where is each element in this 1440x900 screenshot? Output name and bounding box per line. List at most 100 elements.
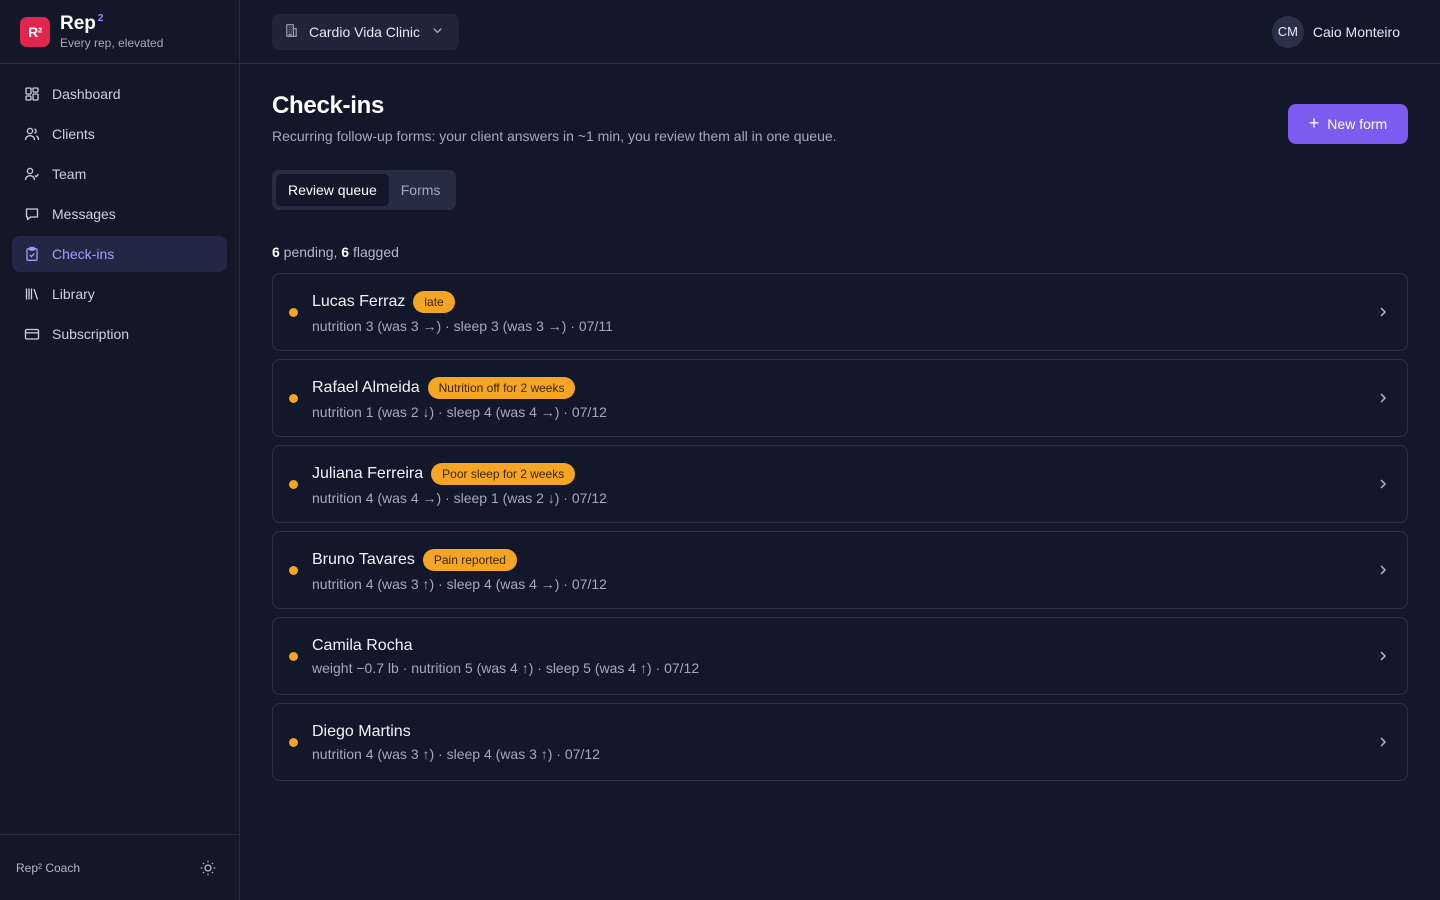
sidebar-item-team[interactable]: Team (12, 156, 227, 192)
tab-review-queue[interactable]: Review queue (276, 174, 389, 206)
sidebar-footer: Rep² Coach (0, 834, 239, 900)
user-menu[interactable]: CM Caio Monteiro (1271, 15, 1400, 48)
view-tabs: Review queue Forms (272, 170, 457, 210)
avatar: CM (1271, 15, 1304, 48)
dashboard-icon (24, 86, 40, 102)
new-form-button[interactable]: + New form (1288, 104, 1408, 144)
brand[interactable]: R² Rep 2 Every rep, elevated (0, 0, 239, 64)
checkin-body: Lucas Ferraz late nutrition 3 (was 3 →) … (312, 290, 1375, 334)
tab-forms[interactable]: Forms (389, 174, 453, 206)
sidebar-item-clients[interactable]: Clients (12, 116, 227, 152)
sidebar-item-label: Dashboard (52, 86, 121, 102)
checkin-body: Rafael Almeida Nutrition off for 2 weeks… (312, 376, 1375, 420)
checkin-meta: nutrition 4 (was 3 ↑) · sleep 4 (was 3 ↑… (312, 745, 600, 762)
plan-label: Rep² Coach (16, 860, 81, 875)
library-icon (24, 286, 40, 302)
checkin-header: Bruno Tavares Pain reported (312, 548, 1375, 571)
brand-name: Rep 2 (60, 13, 163, 35)
status-dot (289, 393, 298, 403)
status-dot (289, 651, 298, 661)
messages-icon (24, 206, 40, 222)
sidebar-nav: Dashboard Clients Team Messages Check-in… (0, 64, 239, 364)
app-window: R² Rep 2 Every rep, elevated Dashboard Cl… (0, 0, 1440, 900)
checkin-header: Camila Rocha (312, 637, 1375, 655)
checkin-row[interactable]: Camila Rocha weight −0.7 lb · nutrition … (272, 617, 1408, 695)
checkin-row[interactable]: Bruno Tavares Pain reported nutrition 4 … (272, 531, 1408, 609)
sidebar-item-library[interactable]: Library (12, 276, 227, 312)
client-name: Camila Rocha (312, 636, 413, 654)
clinic-name: Cardio Vida Clinic (309, 23, 421, 40)
credit-card-icon (24, 326, 40, 342)
chevron-right-icon (1375, 476, 1391, 492)
chevron-down-icon (430, 23, 445, 41)
flagged-label: flagged (349, 244, 399, 260)
chevron-right-icon (1375, 390, 1391, 406)
checkin-body: Juliana Ferreira Poor sleep for 2 weeks … (312, 462, 1375, 506)
checkin-body: Diego Martins nutrition 4 (was 3 ↑) · sl… (312, 723, 1375, 762)
client-name: Diego Martins (312, 722, 411, 740)
sidebar: R² Rep 2 Every rep, elevated Dashboard Cl… (0, 0, 240, 900)
sidebar-item-messages[interactable]: Messages (12, 196, 227, 232)
checkins-page: Check-ins Recurring follow-up forms: you… (240, 64, 1440, 781)
status-dot (289, 479, 298, 489)
status-dot (289, 737, 298, 747)
checkin-row[interactable]: Diego Martins nutrition 4 (was 3 ↑) · sl… (272, 703, 1408, 781)
status-badge: late (413, 290, 455, 313)
sidebar-item-label: Clients (52, 126, 95, 142)
clinic-selector[interactable]: Cardio Vida Clinic (272, 13, 460, 50)
pending-count: 6 (272, 244, 280, 260)
checkin-meta: nutrition 3 (was 3 →) · sleep 3 (was 3 →… (312, 317, 613, 334)
brand-name-sup: 2 (97, 13, 104, 25)
chevron-right-icon (1375, 734, 1391, 750)
checkin-header: Diego Martins (312, 723, 1375, 741)
client-name: Rafael Almeida (312, 378, 420, 396)
client-name: Bruno Tavares (312, 550, 415, 568)
team-icon (24, 166, 40, 182)
queue-summary: 6 pending, 6 flagged (272, 244, 1408, 260)
brand-text: Rep 2 Every rep, elevated (60, 13, 163, 51)
page-subtitle: Recurring follow-up forms: your client a… (272, 128, 837, 144)
page-heading: Check-ins Recurring follow-up forms: you… (272, 92, 837, 144)
brand-name-text: Rep (60, 12, 96, 34)
checkin-meta: nutrition 4 (was 3 ↑) · sleep 4 (was 4 →… (312, 575, 607, 592)
building-icon (284, 23, 299, 41)
checkin-header: Rafael Almeida Nutrition off for 2 weeks (312, 376, 1375, 399)
sidebar-item-check-ins[interactable]: Check-ins (12, 236, 227, 272)
chevron-right-icon (1375, 562, 1391, 578)
checkin-meta: nutrition 4 (was 4 →) · sleep 1 (was 2 ↓… (312, 489, 607, 506)
flagged-count: 6 (341, 244, 350, 260)
pending-label: pending, (279, 244, 342, 260)
page-title: Check-ins (272, 92, 385, 119)
sidebar-item-label: Team (52, 166, 87, 182)
status-badge: Nutrition off for 2 weeks (427, 376, 576, 399)
status-badge: Pain reported (422, 548, 517, 571)
checkin-body: Bruno Tavares Pain reported nutrition 4 … (312, 548, 1375, 592)
sidebar-item-label: Library (52, 286, 95, 302)
plus-icon: + (1308, 113, 1320, 133)
checkin-meta: weight −0.7 lb · nutrition 5 (was 4 ↑) ·… (312, 659, 700, 676)
clients-icon (24, 126, 40, 142)
chevron-right-icon (1375, 304, 1391, 320)
sun-icon[interactable] (199, 859, 217, 877)
new-form-label: New form (1327, 116, 1388, 132)
checkin-row[interactable]: Lucas Ferraz late nutrition 3 (was 3 →) … (272, 273, 1408, 351)
status-dot (289, 565, 298, 575)
checkin-header: Juliana Ferreira Poor sleep for 2 weeks (312, 462, 1375, 485)
sidebar-item-label: Messages (52, 206, 116, 222)
checkin-row[interactable]: Juliana Ferreira Poor sleep for 2 weeks … (272, 445, 1408, 523)
clipboard-check-icon (24, 246, 40, 262)
brand-tagline: Every rep, elevated (60, 35, 164, 50)
checkin-header: Lucas Ferraz late (312, 290, 1375, 313)
page-header: Check-ins Recurring follow-up forms: you… (272, 92, 1408, 144)
checkin-body: Camila Rocha weight −0.7 lb · nutrition … (312, 637, 1375, 676)
client-name: Lucas Ferraz (312, 292, 406, 310)
checkin-row[interactable]: Rafael Almeida Nutrition off for 2 weeks… (272, 359, 1408, 437)
checkin-meta: nutrition 1 (was 2 ↓) · sleep 4 (was 4 →… (312, 403, 607, 420)
sidebar-item-label: Check-ins (52, 246, 115, 262)
chevron-right-icon (1375, 648, 1391, 664)
main-area: Cardio Vida Clinic CM Caio Monteiro Chec… (240, 0, 1440, 900)
status-badge: Poor sleep for 2 weeks (431, 462, 576, 485)
sidebar-item-dashboard[interactable]: Dashboard (12, 76, 227, 112)
sidebar-item-subscription[interactable]: Subscription (12, 316, 227, 352)
client-name: Juliana Ferreira (312, 464, 424, 482)
